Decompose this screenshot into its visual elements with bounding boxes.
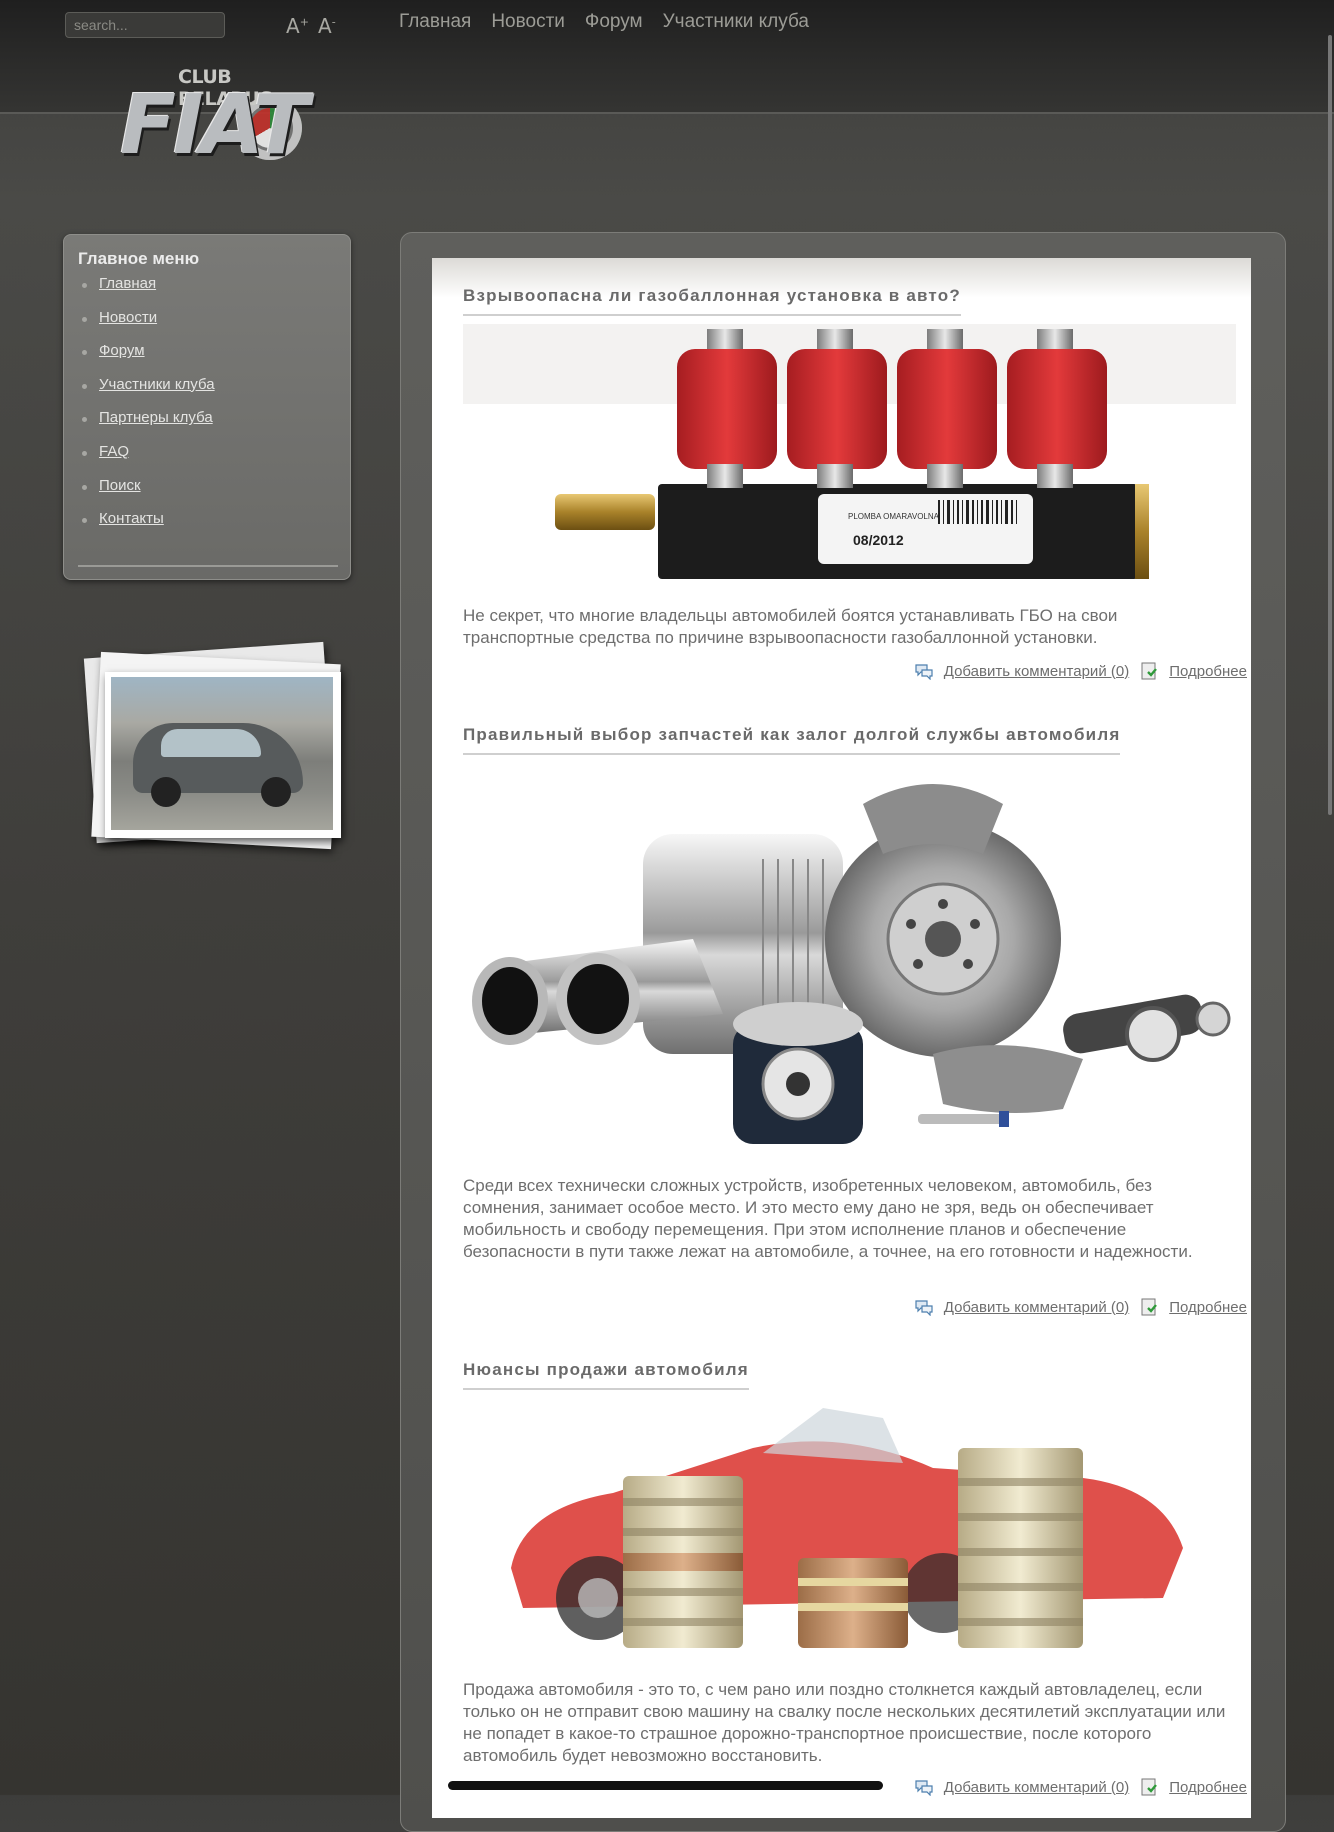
injector-label-brand: PLOMBA OMARAVOLNA — [848, 512, 940, 521]
font-decrease-button[interactable]: A- — [318, 14, 336, 38]
top-nav-news[interactable]: Новости — [491, 11, 565, 33]
comment-icon — [915, 664, 933, 680]
read-more-link[interactable]: Подробнее — [1169, 1779, 1247, 1796]
read-more-icon — [1141, 662, 1158, 680]
home-indicator[interactable] — [448, 1781, 883, 1790]
car-parts-illustration — [463, 764, 1236, 1156]
page-scrollbar[interactable] — [1328, 35, 1332, 815]
club-car-photo[interactable] — [105, 672, 341, 838]
menu-link-forum[interactable]: Форум — [99, 342, 145, 359]
article-image-gas-injector: PLOMBA OMARAVOLNA 08/2012 — [463, 324, 1236, 586]
top-nav-home[interactable]: Главная — [399, 11, 471, 33]
menu-link-search[interactable]: Поиск — [99, 477, 141, 494]
menu-item-home: Главная — [80, 275, 215, 309]
article-text: Продажа автомобиля - это то, с чем рано … — [463, 1680, 1226, 1765]
add-comment-link[interactable]: Добавить комментарий (0) — [944, 1779, 1129, 1796]
car-window-shape — [161, 729, 261, 757]
menu-link-home[interactable]: Главная — [99, 275, 156, 292]
article-body: Среди всех технически сложных устройств,… — [463, 1175, 1233, 1263]
car-and-coins-illustration — [463, 1398, 1236, 1666]
gas-injector-illustration: PLOMBA OMARAVOLNA 08/2012 — [463, 324, 1236, 579]
article-body: Не секрет, что многие владельцы автомоби… — [463, 605, 1233, 649]
menu-item-members: Участники клуба — [80, 376, 215, 410]
menu-link-partners[interactable]: Партнеры клуба — [99, 409, 213, 426]
comment-icon — [915, 1300, 933, 1316]
article-meta: Добавить комментарий (0) Подробнее — [914, 1778, 1247, 1796]
main-menu-list: Главная Новости Форум Участники клуба Па… — [80, 275, 215, 544]
article-image-car-coins — [463, 1398, 1236, 1666]
menu-item-contacts: Контакты — [80, 510, 215, 544]
top-nav-forum[interactable]: Форум — [585, 11, 643, 33]
article-title[interactable]: Правильный выбор запчастей как залог дол… — [463, 725, 1121, 755]
bullet-icon — [82, 484, 87, 490]
top-nav: Главная Новости Форум Участники клуба — [399, 11, 809, 33]
menu-item-partners: Партнеры клуба — [80, 409, 215, 443]
menu-link-contacts[interactable]: Контакты — [99, 510, 164, 527]
article: Нюансы продажи автомобиля — [463, 1360, 1233, 1390]
menu-link-news[interactable]: Новости — [99, 309, 157, 326]
article-title[interactable]: Взрывоопасна ли газобаллонная установка … — [463, 286, 961, 316]
article-image-car-parts — [463, 764, 1236, 1156]
add-comment-link[interactable]: Добавить комментарий (0) — [944, 663, 1129, 680]
bullet-icon — [82, 518, 87, 524]
bullet-icon — [82, 283, 87, 288]
menu-link-members[interactable]: Участники клуба — [99, 376, 215, 393]
font-increase-button[interactable]: A+ — [286, 14, 309, 38]
article: Правильный выбор запчастей как залог дол… — [463, 725, 1233, 755]
add-comment-link[interactable]: Добавить комментарий (0) — [944, 1299, 1129, 1316]
bullet-icon — [82, 350, 87, 356]
article-body: Продажа автомобиля - это то, с чем рано … — [463, 1679, 1233, 1767]
bullet-icon — [82, 383, 87, 389]
article-meta: Добавить комментарий (0) Подробнее — [914, 1298, 1247, 1316]
top-nav-members[interactable]: Участники клуба — [663, 11, 809, 33]
read-more-link[interactable]: Подробнее — [1169, 1299, 1247, 1316]
article-title[interactable]: Нюансы продажи автомобиля — [463, 1360, 749, 1390]
article-list: Взрывоопасна ли газобаллонная установка … — [432, 258, 1251, 1818]
car-wheel-shape — [151, 777, 181, 807]
menu-item-search: Поиск — [80, 477, 215, 511]
menu-link-faq[interactable]: FAQ — [99, 443, 129, 460]
site-logo[interactable]: CLUB BELARUS FIAT — [120, 66, 310, 173]
main-menu: Главное меню Главная Новости Форум Участ… — [63, 234, 351, 580]
bullet-icon — [82, 450, 87, 456]
read-more-icon — [1141, 1778, 1158, 1796]
car-wheel-shape — [261, 777, 291, 807]
bullet-icon — [82, 316, 87, 322]
article: Взрывоопасна ли газобаллонная установка … — [463, 286, 1233, 316]
menu-divider — [78, 565, 338, 567]
injector-label-date: 08/2012 — [853, 532, 904, 548]
menu-item-forum: Форум — [80, 342, 215, 376]
logo-brand-text: FIAT — [120, 78, 309, 173]
main-menu-title: Главное меню — [78, 249, 200, 268]
article-text: Не секрет, что многие владельцы автомоби… — [463, 606, 1118, 647]
read-more-icon — [1141, 1298, 1158, 1316]
menu-item-faq: FAQ — [80, 443, 215, 477]
car-photo-image — [111, 677, 333, 830]
bullet-icon — [82, 417, 87, 423]
read-more-link[interactable]: Подробнее — [1169, 663, 1247, 680]
article-text: Среди всех технически сложных устройств,… — [463, 1176, 1193, 1261]
article-meta: Добавить комментарий (0) Подробнее — [914, 662, 1247, 680]
comment-icon — [915, 1780, 933, 1796]
search-input[interactable] — [65, 12, 225, 38]
menu-item-news: Новости — [80, 309, 215, 343]
